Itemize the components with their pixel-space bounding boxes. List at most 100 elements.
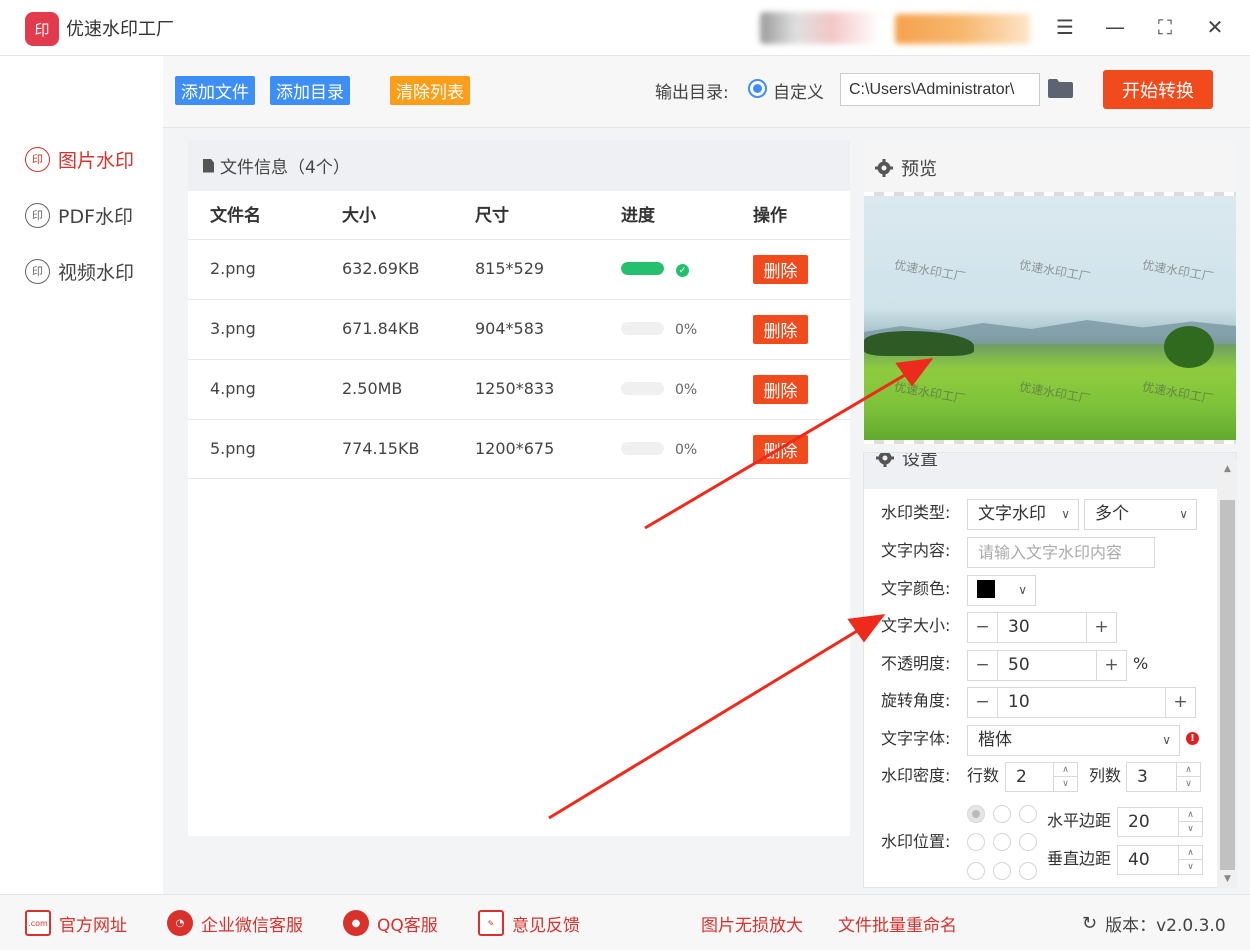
file-dimensions: 815*529 — [475, 259, 545, 278]
progress-percent: 0% — [675, 442, 698, 458]
cols-value[interactable]: 3 — [1137, 763, 1148, 791]
maximize-icon[interactable]: ⛶ — [1150, 12, 1180, 42]
text-size-value[interactable]: 30 — [1008, 613, 1030, 642]
text-size-stepper[interactable]: − 30 + — [967, 612, 1117, 643]
opacity-value[interactable]: 50 — [1008, 651, 1030, 680]
preview-panel: 预览 优速水印工厂 优速水印工厂 优速水印工厂 优速水印工厂 优速水印工厂 优速… — [863, 140, 1237, 446]
opacity-stepper[interactable]: − 50 + — [967, 650, 1127, 681]
spin-up-icon[interactable]: ∧ — [1178, 846, 1202, 860]
decrement-button[interactable]: − — [968, 688, 998, 717]
sidebar-item-label: 图片水印 — [58, 149, 135, 172]
qq-icon: ● — [343, 910, 369, 936]
sidebar-item-image-watermark[interactable]: 印 图片水印 — [25, 144, 134, 174]
font-select[interactable]: 楷体 ∨ — [967, 725, 1180, 756]
delete-button[interactable]: 删除 — [753, 375, 808, 404]
batch-rename-link[interactable]: 文件批量重命名 — [838, 909, 957, 937]
watermark-mode-select[interactable]: 多个 ∨ — [1084, 499, 1197, 530]
rows-spinner[interactable]: 2 ∧ ∨ — [1005, 762, 1078, 792]
rotation-label: 旋转角度: — [881, 691, 951, 710]
scroll-up-icon[interactable]: ▲ — [1220, 462, 1235, 476]
font-label: 文字字体: — [881, 729, 951, 748]
rows-label: 行数 — [967, 766, 1000, 785]
color-swatch[interactable] — [977, 580, 995, 598]
column-header-name: 文件名 — [210, 206, 261, 226]
watermark-type-label: 水印类型: — [881, 503, 951, 522]
watermark-text: 优速水印工厂 — [1018, 257, 1092, 285]
custom-output-radio-label[interactable]: 自定义 — [773, 78, 824, 103]
file-size: 774.15KB — [342, 439, 420, 458]
start-convert-button[interactable]: 开始转换 — [1103, 70, 1213, 109]
horizontal-margin-spinner[interactable]: 20 ∧ ∨ — [1117, 807, 1203, 837]
file-panel-header: 文件信息（4个） — [188, 140, 850, 191]
watermark-text: 优速水印工厂 — [893, 379, 967, 407]
decrement-button[interactable]: − — [968, 651, 998, 680]
app-title: 优速水印工厂 — [66, 19, 174, 40]
rows-value[interactable]: 2 — [1016, 763, 1027, 791]
wechat-support-link[interactable]: ◔ 企业微信客服 — [167, 909, 303, 937]
delete-button[interactable]: 删除 — [753, 435, 808, 464]
image-upscale-link[interactable]: 图片无损放大 — [701, 909, 803, 937]
spin-down-icon[interactable]: ∨ — [1176, 777, 1200, 791]
watermark-icon: 印 — [25, 258, 50, 284]
preview-frame-bottom — [864, 440, 1236, 444]
increment-button[interactable]: + — [1165, 688, 1195, 717]
output-path-input[interactable]: C:\Users\Administrator\ — [840, 73, 1040, 106]
delete-button[interactable]: 删除 — [753, 315, 808, 344]
position-bottom-center[interactable] — [993, 862, 1011, 880]
cols-spinner[interactable]: 3 ∧ ∨ — [1126, 762, 1201, 792]
watermark-type-select[interactable]: 文字水印 ∨ — [967, 499, 1079, 530]
position-bottom-right[interactable] — [1019, 862, 1037, 880]
position-bottom-left[interactable] — [967, 862, 985, 880]
horizontal-margin-value[interactable]: 20 — [1128, 808, 1150, 836]
toolbar: 添加文件 添加目录 清除列表 输出目录: 自定义 C:\Users\Admini… — [163, 56, 1250, 128]
position-center[interactable] — [993, 833, 1011, 851]
column-header-progress: 进度 — [621, 206, 655, 226]
official-site-link[interactable]: .com 官方网址 — [25, 909, 127, 937]
settings-header: 设置 — [876, 453, 938, 471]
close-icon[interactable]: ✕ — [1200, 12, 1230, 42]
spin-down-icon[interactable]: ∨ — [1178, 860, 1202, 874]
rotation-value[interactable]: 10 — [1008, 688, 1030, 717]
refresh-icon: ↻ — [1082, 912, 1098, 934]
spin-up-icon[interactable]: ∧ — [1178, 808, 1202, 822]
text-content-input[interactable]: 请输入文字水印内容 — [967, 537, 1155, 568]
gear-icon — [876, 453, 894, 467]
clear-list-button[interactable]: 清除列表 — [390, 76, 470, 105]
sidebar-item-video-watermark[interactable]: 印 视频水印 — [25, 256, 134, 286]
progress-percent: 0% — [675, 322, 698, 338]
text-content-label: 文字内容: — [881, 541, 951, 560]
scroll-down-icon[interactable]: ▼ — [1220, 872, 1235, 886]
folder-icon[interactable] — [1048, 79, 1073, 98]
menu-icon[interactable]: ☰ — [1050, 12, 1080, 42]
feedback-link[interactable]: ✎ 意见反馈 — [478, 909, 580, 937]
official-site-label: 官方网址 — [59, 915, 127, 936]
chat-icon: ◔ — [167, 910, 193, 936]
qq-support-link[interactable]: ● QQ客服 — [343, 909, 438, 937]
position-middle-right[interactable] — [1019, 833, 1037, 851]
delete-button[interactable]: 删除 — [753, 255, 808, 284]
sidebar-item-pdf-watermark[interactable]: 印 PDF水印 — [25, 200, 133, 230]
vertical-margin-value[interactable]: 40 — [1128, 846, 1150, 874]
add-directory-button[interactable]: 添加目录 — [270, 76, 350, 105]
rotation-stepper[interactable]: − 10 + — [967, 687, 1196, 718]
position-top-center[interactable] — [993, 805, 1011, 823]
custom-output-radio[interactable] — [748, 79, 767, 98]
spin-down-icon[interactable]: ∨ — [1053, 777, 1077, 791]
version-info[interactable]: ↻ 版本：v2.0.3.0 — [1082, 909, 1226, 937]
spin-down-icon[interactable]: ∨ — [1178, 822, 1202, 836]
decrement-button[interactable]: − — [968, 613, 998, 642]
position-middle-left[interactable] — [967, 833, 985, 851]
increment-button[interactable]: + — [1096, 651, 1126, 680]
opacity-label: 不透明度: — [881, 654, 951, 673]
spin-up-icon[interactable]: ∧ — [1176, 763, 1200, 777]
spin-up-icon[interactable]: ∧ — [1053, 763, 1077, 777]
cols-label: 列数 — [1089, 766, 1122, 785]
sidebar: 印 图片水印 印 PDF水印 印 视频水印 — [0, 56, 163, 894]
scrollbar-thumb[interactable] — [1220, 500, 1235, 870]
increment-button[interactable]: + — [1086, 613, 1116, 642]
position-top-right[interactable] — [1019, 805, 1037, 823]
add-file-button[interactable]: 添加文件 — [175, 76, 255, 105]
position-top-left[interactable] — [967, 805, 985, 823]
vertical-margin-spinner[interactable]: 40 ∧ ∨ — [1117, 845, 1203, 875]
minimize-icon[interactable]: — — [1100, 12, 1130, 42]
